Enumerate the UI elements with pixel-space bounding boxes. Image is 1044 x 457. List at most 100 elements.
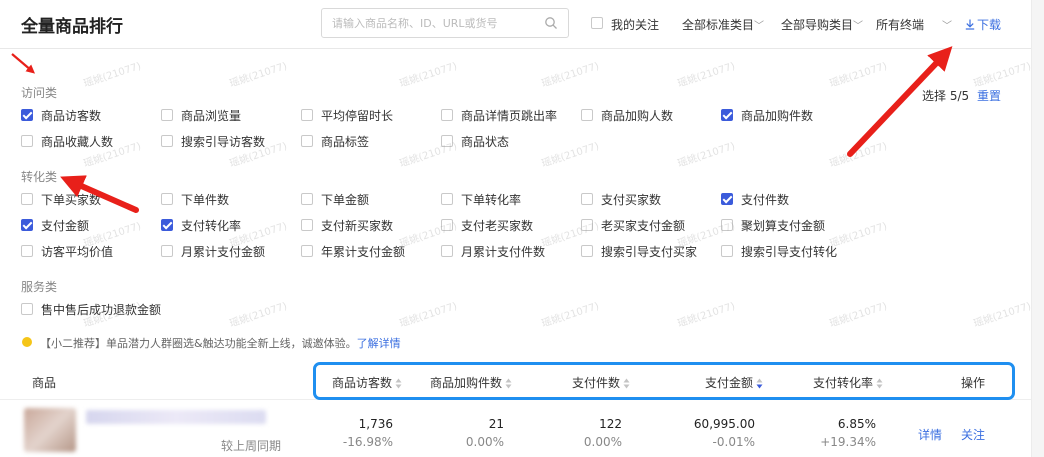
convert-checkbox-0[interactable]	[21, 193, 33, 205]
watermark-text: 瑶姚(21077)	[972, 60, 1033, 90]
convert-option-label[interactable]: 访客平均价值	[41, 243, 113, 260]
cell-cart-items-change: 0.00%	[465, 435, 504, 449]
convert-checkbox-11[interactable]	[721, 219, 733, 231]
convert-checkbox-15[interactable]	[441, 245, 453, 257]
watermark-text: 瑶姚(21077)	[228, 300, 289, 330]
convert-checkbox-6[interactable]	[21, 219, 33, 231]
my-follow-checkbox[interactable]	[591, 17, 603, 29]
convert-option-label[interactable]: 月累计支付金额	[181, 243, 265, 260]
convert-checkbox-12[interactable]	[21, 245, 33, 257]
convert-option-label[interactable]: 搜索引导支付转化	[741, 243, 837, 260]
guide-category-label: 全部导购类目	[781, 18, 854, 32]
watermark-text: 瑶姚(21077)	[540, 300, 601, 330]
convert-checkbox-16[interactable]	[581, 245, 593, 257]
search-icon[interactable]	[544, 16, 558, 30]
convert-option-label[interactable]: 支付老买家数	[461, 217, 533, 234]
visit-option-label[interactable]: 商品标签	[321, 133, 369, 150]
download-icon	[965, 19, 975, 30]
selection-count: 选择 5/5	[922, 89, 970, 103]
visit-checkbox-7[interactable]	[161, 135, 173, 147]
visit-option-label[interactable]: 商品加购件数	[741, 107, 813, 124]
convert-option-label[interactable]: 支付件数	[741, 191, 789, 208]
row-follow-link[interactable]: 关注	[961, 426, 985, 443]
visit-checkbox-5[interactable]	[721, 109, 733, 121]
visit-checkbox-9[interactable]	[441, 135, 453, 147]
convert-option-label[interactable]: 聚划算支付金额	[741, 217, 825, 234]
watermark-text: 瑶姚(21077)	[228, 60, 289, 90]
watermark-text: 瑶姚(21077)	[398, 300, 459, 330]
th-product: 商品	[32, 376, 57, 390]
scrollbar[interactable]	[1031, 0, 1044, 457]
convert-checkbox-5[interactable]	[721, 193, 733, 205]
watermark-text: 瑶姚(21077)	[676, 300, 737, 330]
convert-option-label[interactable]: 支付金额	[41, 217, 89, 234]
convert-checkbox-4[interactable]	[581, 193, 593, 205]
convert-option-label[interactable]: 支付转化率	[181, 217, 241, 234]
reset-link[interactable]: 重置	[977, 87, 1001, 104]
convert-option-label[interactable]: 下单件数	[181, 191, 229, 208]
guide-category-dropdown[interactable]: 全部导购类目﹀	[781, 16, 863, 33]
convert-checkbox-10[interactable]	[581, 219, 593, 231]
terminal-label: 所有终端	[876, 18, 925, 32]
service-checkbox-0[interactable]	[21, 303, 33, 315]
std-category-label: 全部标准类目	[682, 18, 755, 32]
visit-option-label[interactable]: 商品详情页跳出率	[461, 107, 557, 124]
convert-checkbox-2[interactable]	[301, 193, 313, 205]
tip-learn-more-link[interactable]: 了解详情	[357, 337, 401, 350]
visit-option-label[interactable]: 商品访客数	[41, 107, 101, 124]
visit-option-label[interactable]: 商品状态	[461, 133, 509, 150]
cell-visitors: 1,736	[358, 417, 393, 431]
cell-pay-rate-change: +19.34%	[820, 435, 876, 449]
std-category-dropdown[interactable]: 全部标准类目﹀	[682, 16, 764, 33]
watermark-text: 瑶姚(21077)	[676, 140, 737, 170]
download-button[interactable]: 下载	[965, 16, 1001, 33]
convert-checkbox-17[interactable]	[721, 245, 733, 257]
convert-option-label[interactable]: 老买家支付金额	[601, 217, 685, 234]
convert-option-label[interactable]: 月累计支付件数	[461, 243, 545, 260]
convert-checkbox-3[interactable]	[441, 193, 453, 205]
convert-checkbox-1[interactable]	[161, 193, 173, 205]
section-title-convert: 转化类	[21, 170, 58, 184]
convert-option-label[interactable]: 支付买家数	[601, 191, 661, 208]
visit-checkbox-8[interactable]	[301, 135, 313, 147]
terminal-dropdown[interactable]: 所有终端 ﹀	[876, 16, 952, 33]
convert-checkbox-9[interactable]	[441, 219, 453, 231]
visit-checkbox-2[interactable]	[301, 109, 313, 121]
watermark-text: 瑶姚(21077)	[540, 60, 601, 90]
chevron-down-icon: ﹀	[942, 21, 953, 32]
product-name-blurred[interactable]	[86, 410, 266, 424]
convert-option-label[interactable]: 下单金额	[321, 191, 369, 208]
visit-checkbox-4[interactable]	[581, 109, 593, 121]
convert-checkbox-13[interactable]	[161, 245, 173, 257]
visit-checkbox-3[interactable]	[441, 109, 453, 121]
service-option-label[interactable]: 售中售后成功退款金额	[41, 301, 161, 318]
row-detail-link[interactable]: 详情	[918, 426, 942, 443]
my-follow-label[interactable]: 我的关注	[611, 16, 659, 33]
convert-option-label[interactable]: 年累计支付金额	[321, 243, 405, 260]
product-thumbnail[interactable]	[24, 408, 76, 452]
convert-option-label[interactable]: 下单转化率	[461, 191, 521, 208]
visit-checkbox-1[interactable]	[161, 109, 173, 121]
cell-pay-items-change: 0.00%	[583, 435, 622, 449]
visit-option-label[interactable]: 商品浏览量	[181, 107, 241, 124]
visit-option-label[interactable]: 搜索引导访客数	[181, 133, 265, 150]
search-input[interactable]	[332, 14, 537, 32]
visit-option-label[interactable]: 平均停留时长	[321, 107, 393, 124]
watermark-text: 瑶姚(21077)	[828, 60, 889, 90]
convert-option-label[interactable]: 搜索引导支付买家	[601, 243, 697, 260]
convert-option-label[interactable]: 支付新买家数	[321, 217, 393, 234]
visit-checkbox-0[interactable]	[21, 109, 33, 121]
chevron-down-icon: ﹀	[754, 21, 765, 32]
cell-pay-amount: 60,995.00	[693, 417, 755, 431]
convert-checkbox-7[interactable]	[161, 219, 173, 231]
visit-checkbox-6[interactable]	[21, 135, 33, 147]
convert-checkbox-14[interactable]	[301, 245, 313, 257]
top-bar: 全量商品排行 我的关注 全部标准类目﹀ 全部导购类目﹀ 所有终端﹀ 下载	[0, 0, 1031, 49]
visit-option-label[interactable]: 商品加购人数	[601, 107, 673, 124]
convert-option-label[interactable]: 下单买家数	[41, 191, 101, 208]
watermark-text: 瑶姚(21077)	[82, 60, 143, 90]
search-box[interactable]	[321, 8, 569, 38]
visit-option-label[interactable]: 商品收藏人数	[41, 133, 113, 150]
highlight-annotation-box	[313, 362, 1015, 400]
convert-checkbox-8[interactable]	[301, 219, 313, 231]
